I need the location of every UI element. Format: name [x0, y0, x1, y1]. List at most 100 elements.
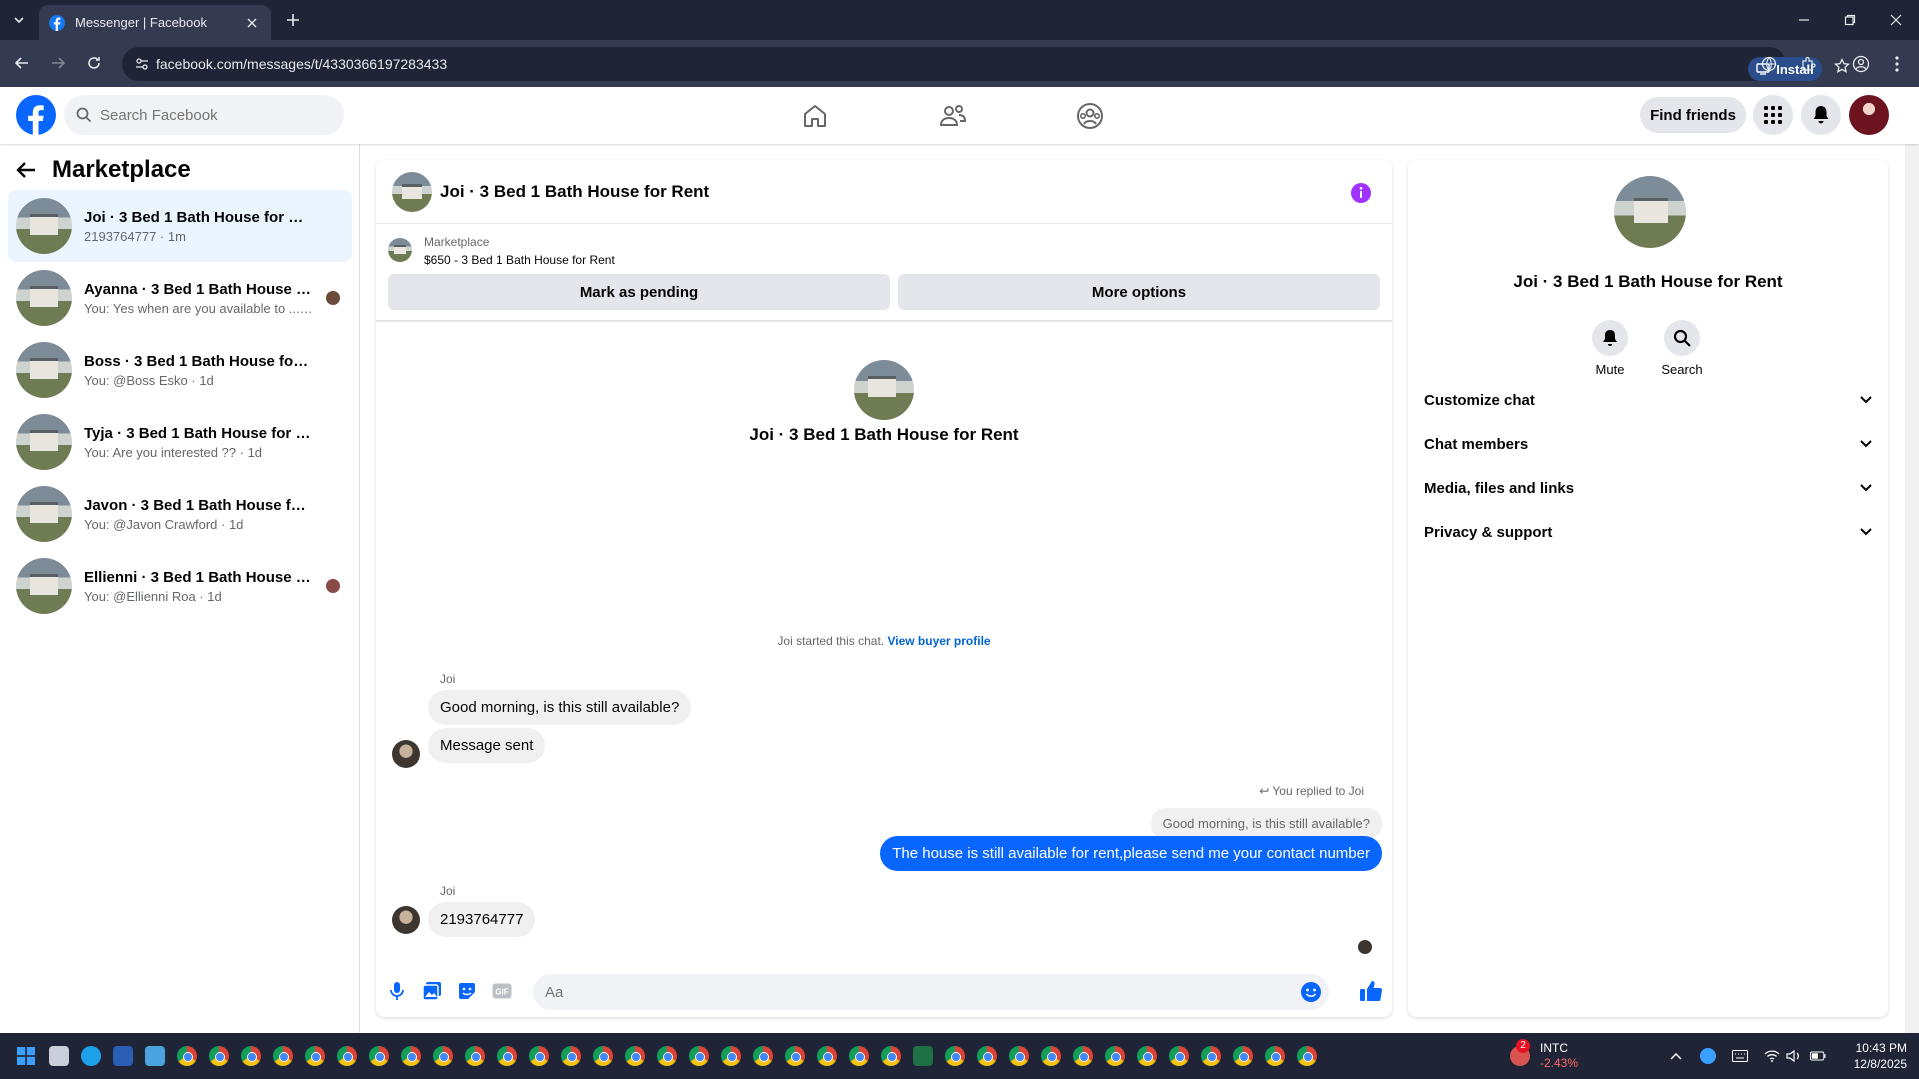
sender-avatar[interactable] [392, 906, 420, 934]
menu-grid-icon[interactable] [1753, 95, 1793, 135]
reload-icon[interactable] [82, 51, 106, 75]
account-avatar[interactable] [1849, 95, 1889, 135]
keyboard-icon[interactable] [1732, 1048, 1748, 1064]
extensions-puzzle-icon[interactable] [1798, 53, 1820, 75]
info-icon[interactable] [1350, 182, 1372, 204]
chrome-icon[interactable] [785, 1046, 805, 1066]
thumbs-up-icon[interactable] [1358, 978, 1384, 1004]
chrome-icon[interactable] [1297, 1046, 1317, 1066]
chrome-icon[interactable] [433, 1046, 453, 1066]
task-view-icon[interactable] [49, 1046, 69, 1066]
more-options-button[interactable]: More options [898, 274, 1380, 310]
chrome-icon[interactable] [593, 1046, 613, 1066]
chrome-icon[interactable] [1169, 1046, 1189, 1066]
back-icon[interactable] [10, 51, 34, 75]
wifi-icon[interactable] [1764, 1048, 1780, 1064]
bookmark-star-icon[interactable] [1834, 58, 1850, 74]
conversation-item[interactable]: Ayanna · 3 Bed 1 Bath House for... You: … [8, 262, 352, 334]
page-scrollbar[interactable] [1905, 87, 1919, 1033]
find-friends-button[interactable]: Find friends [1640, 97, 1746, 133]
message-input-wrapper[interactable] [533, 974, 1329, 1010]
media-files-links-section[interactable]: Media, files and links [1424, 470, 1872, 506]
chrome-icon[interactable] [849, 1046, 869, 1066]
chrome-icon[interactable] [1137, 1046, 1157, 1066]
browser-tab[interactable]: Messenger | Facebook [39, 5, 271, 40]
chat-avatar[interactable] [392, 171, 432, 212]
chrome-icon[interactable] [1009, 1046, 1029, 1066]
chrome-icon[interactable] [1041, 1046, 1061, 1066]
chrome-icon[interactable] [305, 1046, 325, 1066]
chat-members-section[interactable]: Chat members [1424, 426, 1872, 462]
system-clock[interactable]: 10:43 PM 12/8/2025 [1854, 1040, 1907, 1072]
friends-icon[interactable] [938, 101, 968, 131]
chrome-icon[interactable] [1233, 1046, 1253, 1066]
conversation-item[interactable]: Ellienni · 3 Bed 1 Bath House for... You… [8, 550, 352, 622]
chrome-icon[interactable] [689, 1046, 709, 1066]
chrome-icon[interactable] [977, 1046, 997, 1066]
volume-icon[interactable] [1786, 1048, 1802, 1064]
notifications-bell-icon[interactable] [1801, 95, 1841, 135]
back-arrow-icon[interactable] [16, 161, 36, 179]
chrome-icon[interactable] [817, 1046, 837, 1066]
word-icon[interactable] [113, 1046, 133, 1066]
home-icon[interactable] [800, 101, 830, 131]
stock-widget[interactable]: INTC -2.43% [1540, 1041, 1578, 1071]
battery-icon[interactable] [1810, 1048, 1826, 1064]
restore-icon[interactable] [1827, 0, 1873, 40]
privacy-support-section[interactable]: Privacy & support [1424, 514, 1872, 550]
incoming-message[interactable]: 2193764777 [428, 902, 536, 937]
profile-icon[interactable] [1850, 53, 1872, 75]
excel-icon[interactable] [913, 1046, 933, 1066]
close-tab-icon[interactable] [243, 14, 261, 32]
chrome-icon[interactable] [241, 1046, 261, 1066]
forward-icon[interactable] [46, 51, 70, 75]
chrome-icon[interactable] [1073, 1046, 1093, 1066]
conversation-item[interactable]: Tyja · 3 Bed 1 Bath House for Rent You: … [8, 406, 352, 478]
groups-icon[interactable] [1075, 101, 1105, 131]
chrome-icon[interactable] [561, 1046, 581, 1066]
chat-title[interactable]: Joi · 3 Bed 1 Bath House for Rent [440, 182, 709, 202]
chrome-icon[interactable] [753, 1046, 773, 1066]
listing-price[interactable]: $650 - 3 Bed 1 Bath House for Rent [424, 253, 615, 267]
notepad-icon[interactable] [145, 1046, 165, 1066]
search-in-chat-button[interactable]: Search [1652, 320, 1712, 377]
chrome-icon[interactable] [401, 1046, 421, 1066]
chrome-icon[interactable] [177, 1046, 197, 1066]
message-input[interactable] [545, 974, 1285, 1010]
minimize-icon[interactable] [1781, 0, 1827, 40]
sticker-icon[interactable] [456, 980, 478, 1002]
windows-start-icon[interactable] [16, 1046, 36, 1066]
view-buyer-profile-link[interactable]: View buyer profile [887, 634, 990, 648]
close-window-icon[interactable] [1873, 0, 1919, 40]
address-bar[interactable]: facebook.com/messages/t/4330366197283433… [122, 47, 1850, 81]
chrome-icon[interactable] [273, 1046, 293, 1066]
chrome-icon[interactable] [657, 1046, 677, 1066]
chrome-icon[interactable] [721, 1046, 741, 1066]
facebook-logo-icon[interactable] [16, 95, 56, 135]
edge-icon[interactable] [81, 1046, 101, 1066]
chrome-icon[interactable] [1265, 1046, 1285, 1066]
chrome-icon[interactable] [209, 1046, 229, 1066]
new-tab-icon[interactable] [282, 9, 304, 31]
browser-menu-icon[interactable] [1886, 53, 1908, 75]
conversation-item[interactable]: Javon · 3 Bed 1 Bath House for Rent You:… [8, 478, 352, 550]
tab-search-icon[interactable] [8, 9, 30, 31]
mute-button[interactable]: Mute [1580, 320, 1640, 377]
chrome-icon[interactable] [337, 1046, 357, 1066]
facebook-search-input[interactable] [100, 106, 320, 124]
gif-icon[interactable]: GIF [491, 980, 513, 1002]
translate-globe-icon[interactable] [1758, 53, 1780, 75]
facebook-search[interactable] [64, 95, 344, 135]
chrome-icon[interactable] [881, 1046, 901, 1066]
customize-chat-section[interactable]: Customize chat [1424, 382, 1872, 418]
chrome-icon[interactable] [625, 1046, 645, 1066]
onedrive-icon[interactable] [1700, 1048, 1716, 1064]
microphone-icon[interactable] [386, 980, 408, 1002]
sender-avatar[interactable] [392, 740, 420, 768]
chrome-icon[interactable] [1105, 1046, 1125, 1066]
photo-gallery-icon[interactable] [421, 980, 443, 1002]
chrome-icon[interactable] [529, 1046, 549, 1066]
chrome-icon[interactable] [1201, 1046, 1221, 1066]
incoming-message[interactable]: Message sent [428, 728, 546, 763]
chrome-icon[interactable] [369, 1046, 389, 1066]
